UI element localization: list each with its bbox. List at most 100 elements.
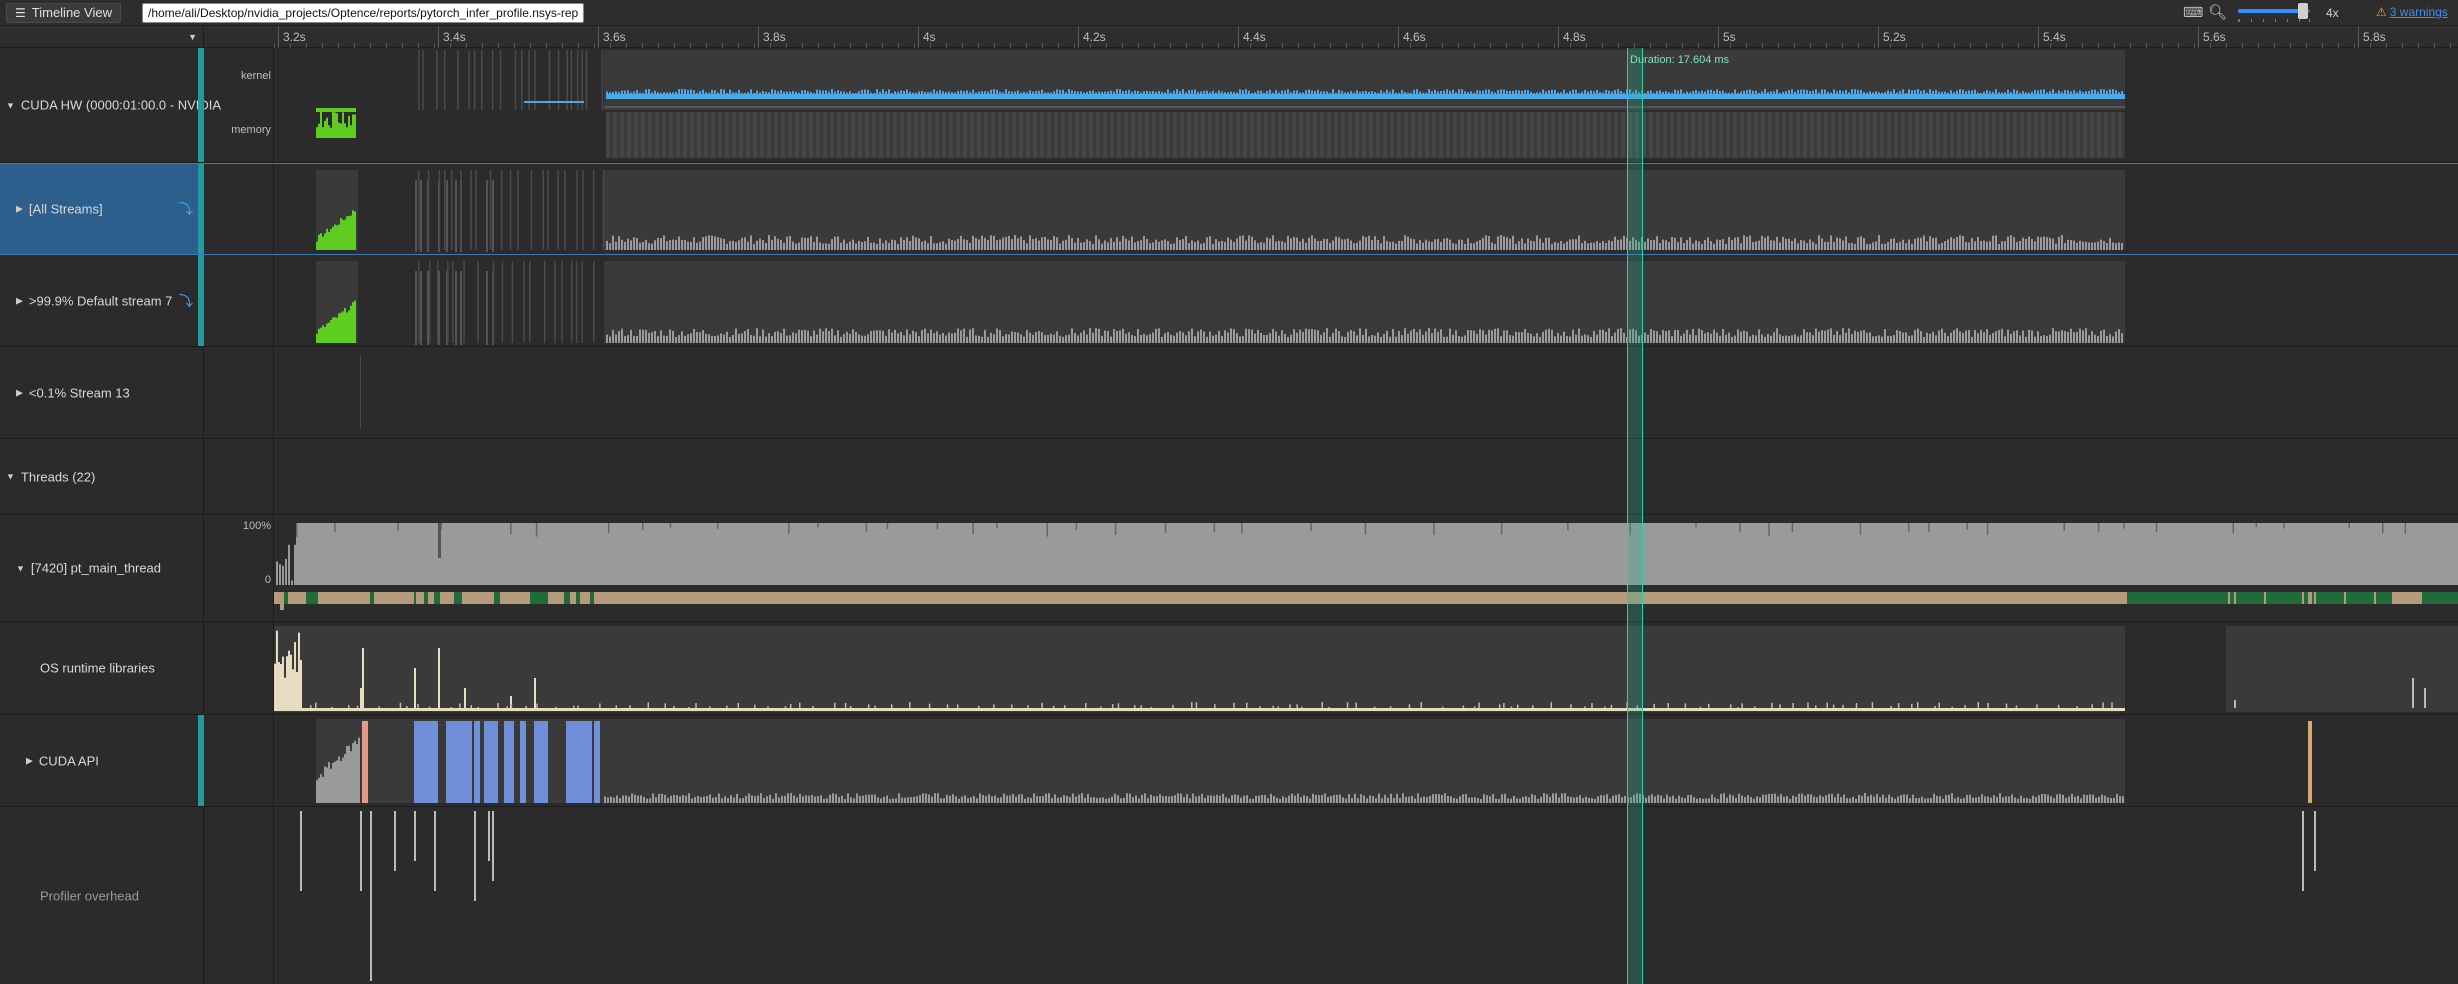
marker — [585, 50, 588, 110]
expand-icon[interactable]: ▶ — [16, 204, 23, 215]
api-bar — [2092, 794, 2094, 803]
expand-icon[interactable]: ▶ — [26, 755, 33, 766]
profiler-overhead-lane[interactable] — [274, 807, 2458, 984]
activity-bar — [1539, 336, 1541, 343]
activity-bar — [1164, 333, 1166, 343]
collapse-icon[interactable]: ▼ — [6, 100, 15, 110]
api-bar — [1870, 794, 1872, 803]
kernel-spike — [882, 89, 884, 94]
row-stream-13[interactable]: ▶ <0.1% Stream 13 — [0, 347, 2458, 439]
api-bar — [1951, 793, 1953, 803]
api-bar — [1645, 797, 1647, 803]
row-label[interactable]: ▼ Threads (22) — [0, 439, 204, 514]
cuda-hw-lane[interactable] — [274, 48, 2458, 162]
kernel-spike — [1902, 89, 1904, 94]
activity-bar — [1089, 328, 1091, 343]
kernel-spike — [900, 90, 902, 94]
row-label[interactable]: ▶ CUDA API — [0, 715, 204, 806]
row-label[interactable]: OS runtime libraries — [0, 622, 204, 714]
chevron-down-icon[interactable]: ▼ — [188, 32, 197, 42]
marker — [422, 50, 424, 110]
marker — [517, 170, 519, 250]
default-stream-lane[interactable] — [274, 255, 2458, 346]
kernel-spike — [1767, 92, 1769, 94]
zoom-slider[interactable] — [2238, 3, 2310, 22]
row-label[interactable]: ▶ [All Streams] ⤵ — [0, 164, 204, 254]
row-cuda-hw[interactable]: ▼ CUDA HW (0000:01:00.0 - NVIDIA kernel m… — [0, 48, 2458, 163]
stream13-lane[interactable] — [274, 347, 2458, 438]
osrt-bar — [1741, 703, 1743, 708]
zoom-out-icon[interactable]: 🔍︎ — [2208, 3, 2227, 21]
row-os-runtime[interactable]: OS runtime libraries — [0, 622, 2458, 715]
activity-bar — [1722, 328, 1724, 343]
row-main-thread[interactable]: ▼ [7420] pt_main_thread 100% 0 — [0, 515, 2458, 622]
activity-bar — [1794, 334, 1796, 343]
activity-bar — [1758, 240, 1760, 250]
report-path-field[interactable]: /home/ali/Desktop/nvidia_projects/Optenc… — [142, 3, 585, 23]
keyboard-icon[interactable]: ⌨ — [2183, 4, 2203, 21]
activity-bar — [1362, 334, 1364, 343]
activity-bar — [1140, 240, 1142, 250]
warnings-link[interactable]: 3 warnings — [2390, 5, 2448, 19]
cuda-api-lane[interactable] — [274, 715, 2458, 806]
activity-bar — [798, 329, 800, 343]
api-bar — [1744, 797, 1746, 803]
activity-bar — [975, 335, 977, 343]
api-bar — [895, 798, 897, 803]
row-label[interactable]: Profiler overhead — [0, 807, 204, 984]
api-bar — [871, 794, 873, 803]
main-thread-lane[interactable] — [274, 515, 2458, 621]
activity-bar — [1026, 330, 1028, 343]
osrt-bar — [406, 705, 408, 708]
collapse-icon[interactable]: ▼ — [16, 563, 25, 573]
api-bar — [931, 796, 933, 803]
activity-bar — [1884, 243, 1886, 250]
kernel-spike — [897, 91, 899, 94]
timeline-view-button[interactable]: ☰ Timeline View — [6, 3, 121, 23]
pin-icon[interactable]: ⤵ — [179, 291, 193, 311]
row-label[interactable]: ▼ CUDA HW (0000:01:00.0 - NVIDIA — [0, 48, 221, 162]
kernel-spike — [1860, 89, 1862, 94]
kernel-spike — [1662, 91, 1664, 94]
kernel-spike — [2055, 92, 2057, 94]
activity-bar — [1431, 333, 1433, 343]
time-ruler[interactable]: ▼ 3.2s 3.4s 3.6s 3.8s 4s 4.2s 4.4s 4.6s 4.8s 5s 5.… — [0, 26, 2458, 48]
zoom-slider-knob[interactable] — [2298, 3, 2308, 19]
os-runtime-lane[interactable] — [274, 622, 2458, 714]
kernel-spike — [1377, 92, 1379, 94]
activity-bar — [654, 240, 656, 250]
warnings-indicator[interactable]: ⚠ 3 warnings — [2376, 5, 2448, 19]
api-call — [534, 721, 548, 803]
kernel-spike — [1134, 90, 1136, 94]
collapse-icon[interactable]: ▼ — [6, 472, 15, 482]
divider — [604, 106, 2125, 108]
row-label[interactable]: ▼ [7420] pt_main_thread — [0, 515, 204, 621]
row-threads[interactable]: ▼ Threads (22) — [0, 439, 2458, 515]
cpu-dip — [2155, 523, 2158, 533]
row-label[interactable]: ▶ <0.1% Stream 13 — [0, 347, 204, 438]
api-bar — [1504, 793, 1506, 803]
row-label[interactable]: ▶ >99.9% Default stream 7 ⤵ — [0, 255, 204, 346]
activity-bar — [1698, 241, 1700, 250]
row-profiler-overhead[interactable]: Profiler overhead — [0, 807, 2458, 984]
memory-block — [690, 112, 694, 158]
activity-bar — [1257, 329, 1259, 343]
api-call — [504, 721, 514, 803]
activity-bar — [648, 332, 650, 343]
kernel-spike — [1332, 89, 1334, 94]
row-cuda-api[interactable]: ▶ CUDA API — [0, 715, 2458, 807]
pin-icon[interactable]: ⤵ — [179, 199, 193, 219]
expand-icon[interactable]: ▶ — [16, 387, 23, 398]
row-all-streams[interactable]: ▶ [All Streams] ⤵ — [0, 163, 2458, 255]
all-streams-lane[interactable] — [274, 164, 2458, 254]
api-bar — [790, 793, 792, 803]
activity-bar — [1380, 243, 1382, 250]
activity-bar — [1518, 241, 1520, 250]
memory-block — [1677, 112, 1681, 158]
expand-icon[interactable]: ▶ — [16, 295, 23, 306]
activity-bar — [1017, 332, 1019, 343]
activity-bar — [1464, 243, 1466, 250]
cpu-bar — [276, 561, 278, 585]
selection-range[interactable] — [1627, 48, 1643, 984]
row-default-stream[interactable]: ▶ >99.9% Default stream 7 ⤵ — [0, 255, 2458, 347]
